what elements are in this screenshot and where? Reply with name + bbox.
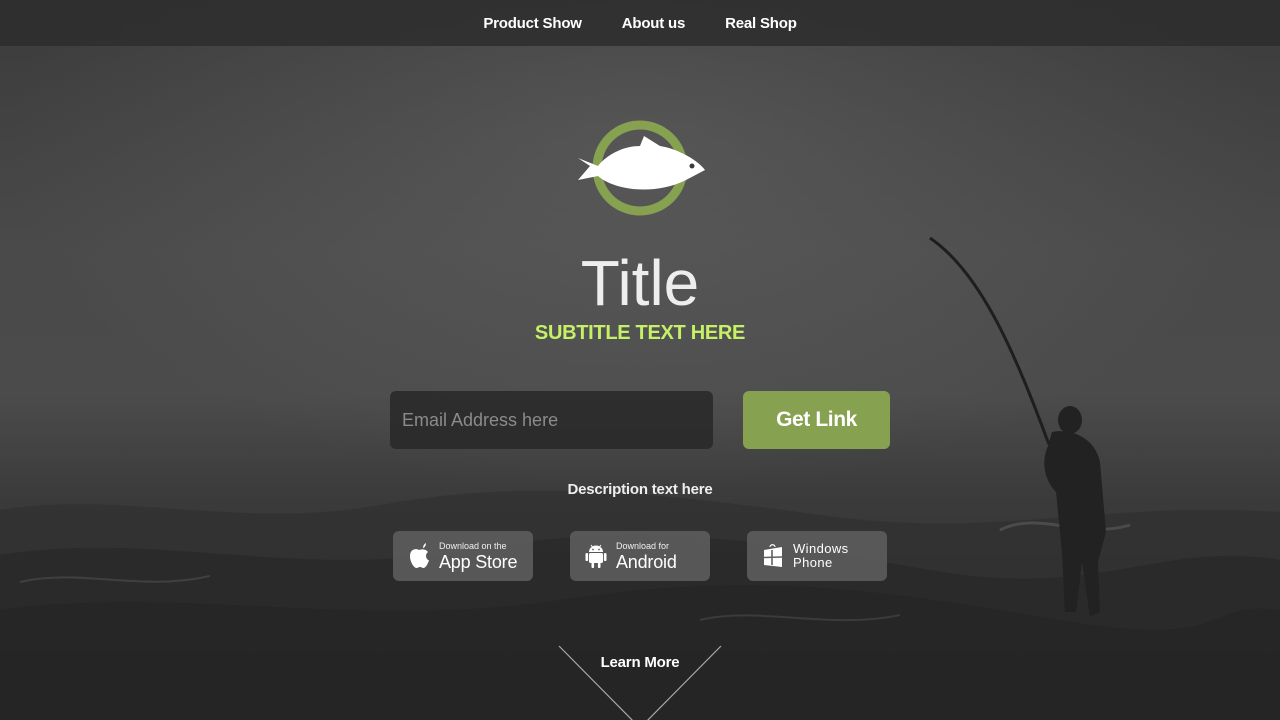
app-store-small-label: Download on the [439,540,507,551]
learn-more-link[interactable]: Learn More [0,654,1280,671]
windows-phone-button[interactable]: Windows Phone [747,531,887,581]
nav-link-real-shop[interactable]: Real Shop [705,15,817,32]
top-navigation: Product Show About us Real Shop [0,0,1280,46]
app-store-button[interactable]: Download on the App Store [393,531,533,581]
app-store-big-label: App Store [439,551,518,572]
nav-link-product-show[interactable]: Product Show [463,15,601,32]
get-link-button[interactable]: Get Link [743,391,890,449]
android-small-label: Download for [616,540,670,551]
android-icon [584,542,608,570]
apple-icon [407,542,431,570]
fish-logo-icon [578,120,705,216]
hero-title: Title [580,247,700,319]
description-text: Description text here [567,481,713,498]
email-input[interactable] [390,391,713,449]
windows-icon [761,542,785,570]
windows-phone-line1: Windows [793,541,849,556]
windows-phone-line2: Phone [793,555,833,570]
android-big-label: Android [616,551,677,572]
nav-link-about-us[interactable]: About us [602,15,705,32]
hero-subtitle: SUBTITLE TEXT HERE [534,322,746,344]
android-button[interactable]: Download for Android [570,531,710,581]
